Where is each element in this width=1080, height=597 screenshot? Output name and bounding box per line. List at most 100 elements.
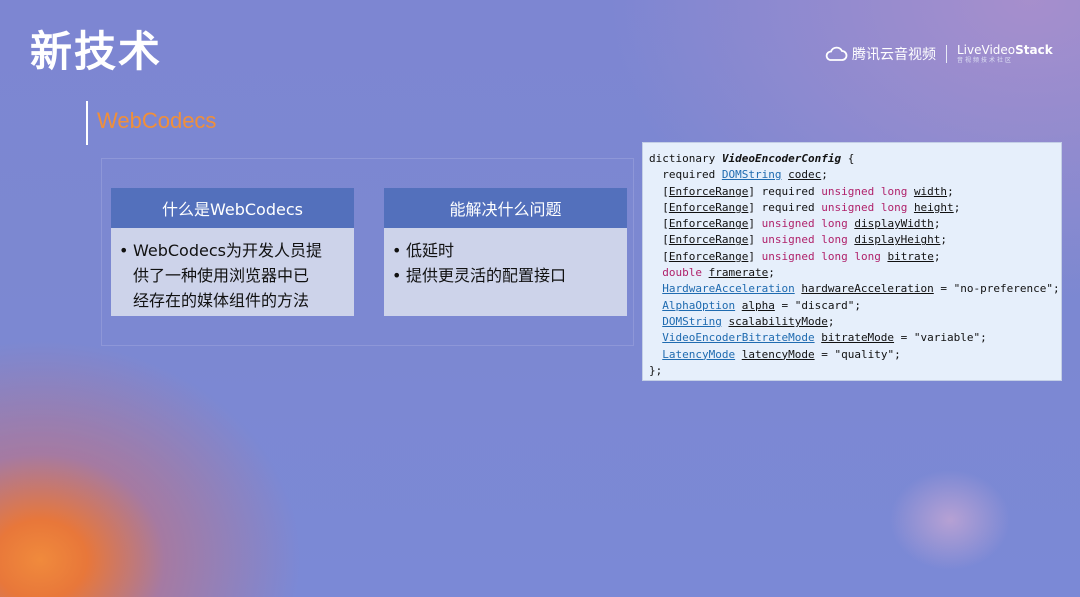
code-punct	[907, 201, 914, 214]
bullet-text: 低延时	[406, 241, 455, 260]
partner-prefix: Live	[957, 43, 982, 57]
code-punct	[649, 348, 662, 361]
code-punct	[649, 331, 662, 344]
code-punct: dictionary	[649, 152, 722, 165]
card-what-is: 什么是WebCodecs • WebCodecs为开发人员提 供了一种使用浏览器…	[111, 188, 354, 316]
code-punct: ;	[827, 314, 835, 328]
code-line: };	[649, 363, 1055, 379]
code-line: [EnforceRange] required unsigned long wi…	[649, 184, 1055, 200]
code-punct	[702, 266, 709, 279]
code-type: DOMString	[721, 168, 782, 182]
cloud-icon	[825, 46, 848, 61]
code-line: [EnforceRange] unsigned long displayHeig…	[649, 232, 1055, 248]
code-punct: = "quality";	[814, 347, 901, 361]
code-identifier: latencyMode	[741, 347, 815, 361]
code-punct: ;	[953, 200, 961, 214]
bullet-text-line: WebCodecs为开发人员提	[133, 241, 322, 260]
slide-title: 新技术	[30, 27, 163, 76]
code-line: LatencyMode latencyMode = "quality";	[649, 347, 1055, 363]
code-line: [EnforceRange] unsigned long long bitrat…	[649, 249, 1055, 265]
code-identifier: EnforceRange	[668, 184, 749, 198]
code-line: [EnforceRange] unsigned long displayWidt…	[649, 216, 1055, 232]
code-line: double framerate;	[649, 265, 1055, 281]
code-type: DOMString	[662, 314, 722, 328]
code-identifier: displayHeight	[854, 233, 941, 247]
code-punct: ;	[940, 233, 948, 247]
code-line: AlphaOption alpha = "discard";	[649, 298, 1055, 314]
code-keyword: unsigned long	[761, 233, 848, 247]
code-identifier: hardwareAcceleration	[801, 282, 934, 296]
code-keyword: unsigned long	[821, 200, 908, 214]
code-keyword: unsigned long	[761, 217, 848, 231]
code-punct	[907, 185, 914, 198]
bullet-text-line: 供了一种使用浏览器中已	[133, 266, 310, 285]
code-name: VideoEncoderConfig	[721, 152, 842, 165]
code-identifier: width	[913, 184, 948, 198]
bullet-item: • 低延时	[392, 238, 617, 263]
code-identifier: alpha	[741, 298, 775, 312]
card-body: • WebCodecs为开发人员提 供了一种使用浏览器中已 经存在的媒体组件的方…	[111, 228, 354, 316]
code-block: dictionary VideoEncoderConfig { required…	[642, 142, 1062, 381]
code-punct: = "discard";	[774, 298, 861, 312]
code-identifier: displayWidth	[854, 217, 934, 231]
code-type: VideoEncoderBitrateMode	[662, 331, 815, 345]
code-identifier: EnforceRange	[668, 200, 749, 214]
code-keyword: unsigned long long	[761, 249, 881, 263]
code-identifier: scalabilityMode	[728, 314, 828, 328]
bullet-dot: •	[392, 241, 402, 260]
code-identifier: codec	[788, 168, 822, 182]
section-accent-bar	[86, 101, 88, 145]
section-title: WebCodecs	[97, 108, 217, 133]
bullet-item: • 提供更灵活的配置接口	[392, 263, 617, 288]
code-line: dictionary VideoEncoderConfig {	[649, 151, 1055, 167]
code-identifier: EnforceRange	[668, 233, 749, 247]
code-identifier: bitrate	[887, 249, 934, 263]
code-identifier: framerate	[708, 266, 769, 280]
code-line: required DOMString codec;	[649, 167, 1055, 183]
code-punct: [	[649, 184, 669, 198]
card-body: • 低延时 • 提供更灵活的配置接口	[384, 228, 627, 316]
code-punct: ;	[933, 249, 941, 263]
code-line: HardwareAcceleration hardwareAcceleratio…	[649, 281, 1059, 297]
code-punct	[735, 348, 742, 361]
code-punct	[649, 266, 662, 279]
code-punct: = "variable";	[894, 331, 987, 345]
code-punct	[649, 315, 662, 328]
brand-logos: 腾讯云音视频 LiveVideoStack 音视频技术社区	[824, 44, 1053, 64]
bullet-dot: •	[119, 241, 129, 260]
code-line: DOMString scalabilityMode;	[649, 314, 1055, 330]
code-punct: [	[649, 233, 669, 247]
bullet-text: 提供更灵活的配置接口	[406, 266, 567, 285]
code-punct: [	[649, 249, 669, 263]
code-punct: required	[649, 168, 722, 182]
code-punct: ] required	[748, 200, 822, 214]
code-punct	[649, 299, 662, 312]
partner-subtitle: 音视频技术社区	[957, 57, 1014, 64]
code-punct	[649, 282, 662, 295]
card-problems-solved: 能解决什么问题 • 低延时 • 提供更灵活的配置接口	[384, 188, 627, 316]
brand-divider	[946, 45, 947, 63]
code-identifier: EnforceRange	[668, 217, 749, 231]
code-type: AlphaOption	[662, 298, 736, 312]
code-type: HardwareAcceleration	[662, 282, 795, 296]
partner-logo: LiveVideoStack 音视频技术社区	[957, 44, 1053, 64]
code-punct: ;	[933, 217, 941, 231]
code-punct: ]	[748, 217, 762, 231]
code-punct: ]	[748, 233, 762, 247]
brand-name: 腾讯云音视频	[852, 47, 936, 63]
code-line: [EnforceRange] required unsigned long he…	[649, 200, 1055, 216]
card-header: 什么是WebCodecs	[111, 188, 354, 228]
code-line: VideoEncoderBitrateMode bitrateMode = "v…	[649, 330, 1055, 346]
code-identifier: height	[913, 200, 954, 214]
code-keyword: double	[662, 266, 702, 280]
code-punct: };	[649, 363, 663, 377]
card-header: 能解决什么问题	[384, 188, 627, 228]
code-type: LatencyMode	[662, 347, 736, 361]
partner-suffix: Stack	[1015, 43, 1053, 57]
code-punct: [	[649, 217, 669, 231]
code-identifier: bitrateMode	[821, 331, 895, 345]
partner-middle: Video	[981, 43, 1016, 57]
bullet-dot: •	[392, 266, 402, 285]
bullet-text-line: 经存在的媒体组件的方法	[133, 291, 310, 310]
code-identifier: EnforceRange	[668, 249, 749, 263]
